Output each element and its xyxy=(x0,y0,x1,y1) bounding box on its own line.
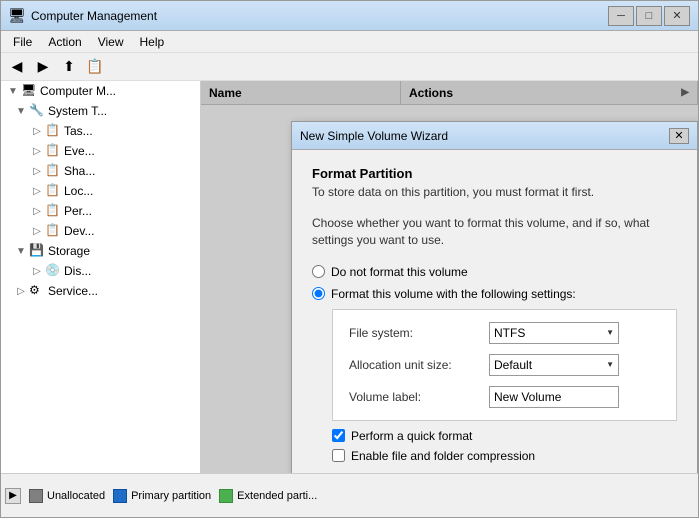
legend-primary-label: Primary partition xyxy=(131,490,211,502)
volume-label-input[interactable] xyxy=(489,386,619,408)
tree-item-shared[interactable]: ▷ 📋 Sha... xyxy=(1,161,200,181)
storage-icon: 💾 xyxy=(29,243,45,259)
radio-format-with-settings[interactable]: Format this volume with the following se… xyxy=(312,287,677,301)
tree-item-disk-mgmt[interactable]: ▷ 💿 Dis... xyxy=(1,261,200,281)
local-users-icon: 📋 xyxy=(45,183,61,199)
dialog-description: Choose whether you want to format this v… xyxy=(312,215,677,249)
radio-no-format-input[interactable] xyxy=(312,265,325,278)
radio-do-not-format[interactable]: Do not format this volume xyxy=(312,265,677,279)
legend-unallocated: Unallocated xyxy=(29,489,105,503)
dialog-subtext: To store data on this partition, you mus… xyxy=(312,185,677,199)
menu-file[interactable]: File xyxy=(5,33,40,51)
compression-checkbox-row: Enable file and folder compression xyxy=(332,449,677,463)
dialog-heading: Format Partition xyxy=(312,166,677,181)
file-system-dropdown-arrow: ▼ xyxy=(606,328,614,337)
minimize-button[interactable]: ─ xyxy=(608,6,634,26)
shared-icon: 📋 xyxy=(45,163,61,179)
allocation-dropdown-arrow: ▼ xyxy=(606,360,614,369)
tree-item-services[interactable]: ▷ ⚙ Service... xyxy=(1,281,200,301)
legend-extended-box xyxy=(219,489,233,503)
settings-box: File system: NTFS ▼ Allocation unit size… xyxy=(332,309,677,421)
back-toolbar-button[interactable]: ◀ xyxy=(5,56,29,78)
tree-item-device-manager[interactable]: ▷ 📋 Dev... xyxy=(1,221,200,241)
tree-item-tasks[interactable]: ▷ 📋 Tas... xyxy=(1,121,200,141)
tasks-icon: 📋 xyxy=(45,123,61,139)
main-window: 🖥 Computer Management ─ □ ✕ File Action … xyxy=(0,0,699,518)
menu-action[interactable]: Action xyxy=(40,33,89,51)
app-title: Computer Management xyxy=(31,9,608,23)
performance-icon: 📋 xyxy=(45,203,61,219)
allocation-unit-label: Allocation unit size: xyxy=(349,358,489,372)
app-icon: 🖥 xyxy=(9,8,25,24)
legend-extended: Extended parti... xyxy=(219,489,317,503)
compression-checkbox[interactable] xyxy=(332,449,345,462)
modal-overlay: New Simple Volume Wizard ✕ Format Partit… xyxy=(201,81,698,473)
dialog-close-button[interactable]: ✕ xyxy=(669,128,689,144)
status-scroll-button[interactable]: ▶ xyxy=(5,488,21,504)
legend-primary-box xyxy=(113,489,127,503)
tree-item-events[interactable]: ▷ 📋 Eve... xyxy=(1,141,200,161)
menu-view[interactable]: View xyxy=(90,33,132,51)
dialog-title: New Simple Volume Wizard xyxy=(300,129,669,143)
left-panel-tree: ▼ 🖥 Computer M... ▼ 🔧 System T... ▷ 📋 Ta… xyxy=(1,81,201,473)
menu-help[interactable]: Help xyxy=(132,33,173,51)
radio-format-label: Format this volume with the following se… xyxy=(331,287,576,301)
radio-no-format-label: Do not format this volume xyxy=(331,265,468,279)
tree-item-storage[interactable]: ▼ 💾 Storage xyxy=(1,241,200,261)
content-area: ▼ 🖥 Computer M... ▼ 🔧 System T... ▷ 📋 Ta… xyxy=(1,81,698,473)
window-controls: ─ □ ✕ xyxy=(608,6,690,26)
system-tools-icon: 🔧 xyxy=(29,103,45,119)
allocation-unit-row: Allocation unit size: Default ▼ xyxy=(349,354,660,376)
tree-item-performance[interactable]: ▷ 📋 Per... xyxy=(1,201,200,221)
allocation-unit-dropdown[interactable]: Default ▼ xyxy=(489,354,619,376)
radio-format-input[interactable] xyxy=(312,287,325,300)
legend-unallocated-label: Unallocated xyxy=(47,490,105,502)
quick-format-checkbox[interactable] xyxy=(332,429,345,442)
status-bar: ▶ Unallocated Primary partition Extended… xyxy=(1,473,698,517)
forward-toolbar-button[interactable]: ▶ xyxy=(31,56,55,78)
device-manager-icon: 📋 xyxy=(45,223,61,239)
legend-primary: Primary partition xyxy=(113,489,211,503)
file-system-dropdown[interactable]: NTFS ▼ xyxy=(489,322,619,344)
tree-item-local-users[interactable]: ▷ 📋 Loc... xyxy=(1,181,200,201)
allocation-unit-value: Default xyxy=(494,358,532,372)
close-button[interactable]: ✕ xyxy=(664,6,690,26)
volume-label-row: Volume label: xyxy=(349,386,660,408)
file-system-label: File system: xyxy=(349,326,489,340)
menu-bar: File Action View Help xyxy=(1,31,698,53)
quick-format-checkbox-row: Perform a quick format xyxy=(332,429,677,443)
view-toolbar-button[interactable]: 📋 xyxy=(83,56,107,78)
file-system-row: File system: NTFS ▼ xyxy=(349,322,660,344)
main-title-bar: 🖥 Computer Management ─ □ ✕ xyxy=(1,1,698,31)
legend-unallocated-box xyxy=(29,489,43,503)
events-icon: 📋 xyxy=(45,143,61,159)
compression-label: Enable file and folder compression xyxy=(351,449,535,463)
right-panel: Name Actions ▶ New Simple Volume Wizard … xyxy=(201,81,698,473)
maximize-button[interactable]: □ xyxy=(636,6,662,26)
legend-extended-label: Extended parti... xyxy=(237,490,317,502)
computer-icon: 🖥 xyxy=(21,83,37,99)
toolbar: ◀ ▶ ⬆ 📋 xyxy=(1,53,698,81)
dialog-new-simple-volume: New Simple Volume Wizard ✕ Format Partit… xyxy=(291,121,698,473)
quick-format-label: Perform a quick format xyxy=(351,429,472,443)
dialog-body: Format Partition To store data on this p… xyxy=(292,150,697,473)
disk-mgmt-icon: 💿 xyxy=(45,263,61,279)
file-system-value: NTFS xyxy=(494,326,525,340)
tree-item-computer[interactable]: ▼ 🖥 Computer M... xyxy=(1,81,200,101)
volume-label-label: Volume label: xyxy=(349,390,489,404)
up-toolbar-button[interactable]: ⬆ xyxy=(57,56,81,78)
tree-item-system-tools[interactable]: ▼ 🔧 System T... xyxy=(1,101,200,121)
dialog-title-bar: New Simple Volume Wizard ✕ xyxy=(292,122,697,150)
services-icon: ⚙ xyxy=(29,283,45,299)
